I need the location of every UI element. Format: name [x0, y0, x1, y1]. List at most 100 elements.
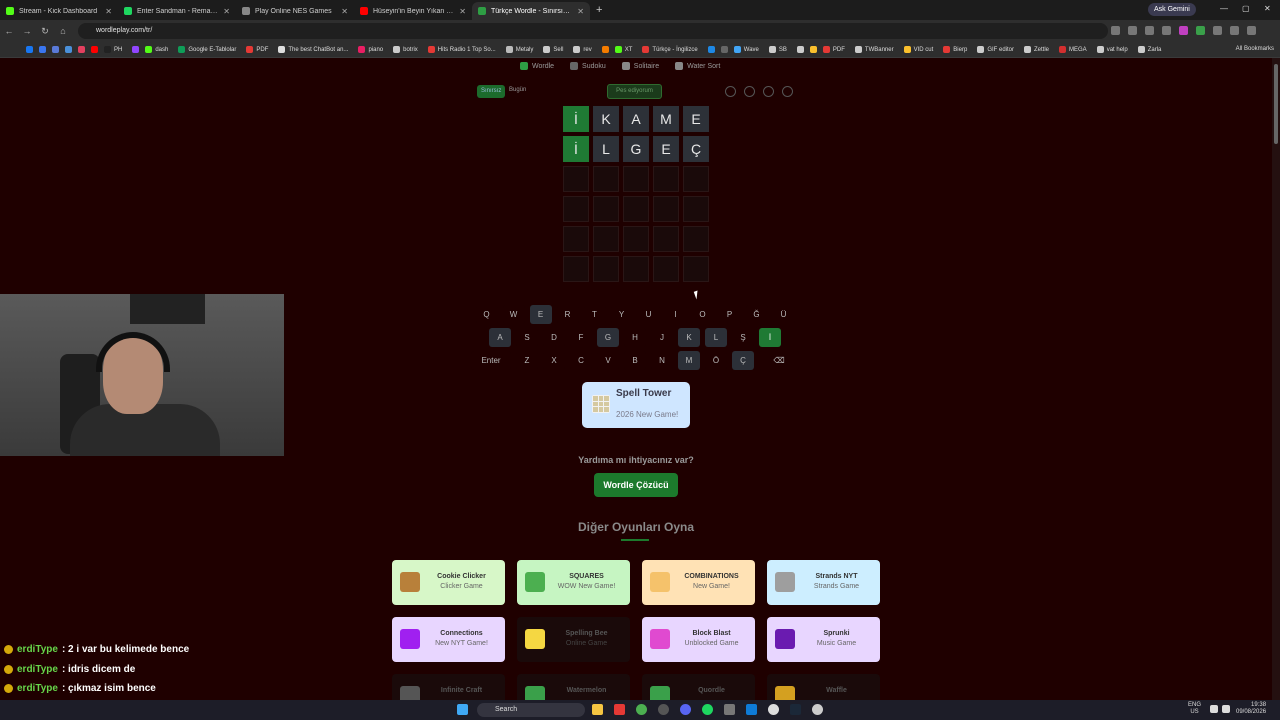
bookmark-item[interactable] [78, 46, 85, 53]
keyboard-key[interactable]: I [664, 305, 687, 324]
bookmark-item[interactable]: rev [573, 46, 592, 53]
keyboard-key[interactable]: G [597, 328, 619, 347]
close-window-icon[interactable]: ✕ [1264, 4, 1271, 13]
keyboard-key[interactable]: İ [759, 328, 781, 347]
bookmark-item[interactable]: Metaly [505, 46, 533, 53]
app-icon[interactable] [812, 704, 823, 715]
bookmark-item[interactable]: PDF [246, 46, 268, 53]
home-icon[interactable]: ⌂ [54, 26, 72, 36]
keyboard-key[interactable]: Ü [772, 305, 795, 324]
bookmark-item[interactable] [796, 46, 804, 53]
bookmark-item[interactable] [91, 46, 98, 53]
bookmark-item[interactable]: Sell [543, 46, 563, 53]
discord-icon[interactable] [680, 704, 691, 715]
keyboard-key[interactable]: C [570, 351, 592, 370]
game-card[interactable]: Block Blast Unblocked Game [642, 617, 755, 662]
file-explorer-icon[interactable] [592, 704, 603, 715]
bookmark-item[interactable]: Wave [733, 46, 759, 53]
game-card[interactable]: Waffle [767, 674, 880, 700]
browser-tab[interactable]: Türkçe Wordle - Sınırsız Oyna ✕ [472, 2, 590, 20]
bookmark-item[interactable]: dash [145, 46, 168, 53]
spell-tower-promo[interactable]: Spell Tower 2026 New Game! [582, 382, 690, 428]
browser-tab[interactable]: Enter Sandman - Remastere ✕ [118, 2, 236, 20]
game-card[interactable]: Cookie Clicker Clicker Game [392, 560, 505, 605]
bookmark-item[interactable]: MEGA [1059, 46, 1087, 53]
bookmark-item[interactable]: SB [768, 46, 787, 53]
enter-key[interactable]: Enter [471, 351, 511, 370]
bookmark-item[interactable]: The best ChatBot an... [278, 46, 348, 53]
keyboard-key[interactable]: L [705, 328, 727, 347]
game-card[interactable]: Connections New NYT Game! [392, 617, 505, 662]
bookmark-item[interactable]: GIF editor [977, 46, 1014, 53]
extension-icon[interactable] [1162, 26, 1171, 35]
stats-icon[interactable] [744, 86, 755, 97]
game-card[interactable]: SQUARES WOW New Game! [517, 560, 630, 605]
app-icon[interactable] [614, 704, 625, 715]
app-icon[interactable] [724, 704, 735, 715]
site-nav-item[interactable]: Solitaire [621, 62, 659, 70]
give-up-button[interactable]: Pes ediyorum [607, 84, 662, 99]
keyboard-key[interactable]: F [570, 328, 592, 347]
obs-icon[interactable] [768, 704, 779, 715]
settings-icon[interactable] [725, 86, 736, 97]
extension-icon[interactable] [1213, 26, 1222, 35]
forward-icon[interactable]: → [18, 26, 36, 36]
clock[interactable]: 19:38 09/08/2026 [1236, 702, 1266, 716]
keyboard-key[interactable]: P [718, 305, 741, 324]
game-card[interactable]: Quordle [642, 674, 755, 700]
taskbar-search[interactable]: Search [477, 703, 585, 717]
keyboard-key[interactable]: Ö [705, 351, 727, 370]
bookmark-item[interactable]: Türkçe - İngilizce [642, 46, 698, 53]
steam-icon[interactable] [790, 704, 801, 715]
keyboard-key[interactable]: A [489, 328, 511, 347]
browser-tab[interactable]: Play Online NES Games ✕ [236, 2, 354, 20]
menu-icon[interactable] [1247, 26, 1256, 35]
game-card[interactable]: Infinite Craft [392, 674, 505, 700]
keyboard-key[interactable]: D [543, 328, 565, 347]
new-tab-button[interactable]: + [596, 4, 602, 16]
bookmark-item[interactable] [65, 46, 72, 53]
app-icon[interactable] [658, 704, 669, 715]
bookmark-item[interactable]: vat help [1096, 46, 1128, 53]
page-scrollbar[interactable] [1272, 58, 1280, 700]
site-nav-item[interactable]: Wordle [520, 62, 554, 70]
wordle-solver-button[interactable]: Wordle Çözücü [594, 473, 678, 497]
bookmark-item[interactable]: Bierp [943, 46, 967, 53]
maximize-icon[interactable]: ▢ [1242, 4, 1250, 13]
browser-tab[interactable]: Hüseyin'in Beyin Yıkan Sorusu! E ✕ [354, 2, 472, 20]
bookmark-item[interactable]: Zarla [1137, 46, 1161, 53]
keyboard-key[interactable]: J [651, 328, 673, 347]
keyboard-key[interactable]: S [516, 328, 538, 347]
keyboard-key[interactable]: Ş [732, 328, 754, 347]
keyboard-key[interactable]: Ç [732, 351, 754, 370]
all-bookmarks-button[interactable]: All Bookmarks [1236, 46, 1274, 52]
game-card[interactable]: COMBINATIONS New Game! [642, 560, 755, 605]
bookmark-item[interactable] [39, 46, 46, 53]
bookmark-item[interactable]: Hits Radio 1 Top So... [427, 46, 496, 53]
site-nav-item[interactable]: Water Sort [675, 62, 720, 70]
volume-icon[interactable] [1222, 705, 1230, 713]
site-nav-item[interactable]: Sudoku [570, 62, 606, 70]
keyboard-key[interactable]: R [556, 305, 579, 324]
minimize-icon[interactable]: — [1220, 4, 1228, 13]
bookmark-item[interactable] [52, 46, 59, 53]
keyboard-key[interactable]: T [583, 305, 606, 324]
reload-icon[interactable]: ↻ [36, 26, 54, 37]
chrome-icon[interactable] [636, 704, 647, 715]
bookmark-item[interactable] [707, 46, 715, 53]
bookmark-item[interactable]: TWBanner [854, 46, 894, 53]
daily-mode-label[interactable]: Bugün [509, 87, 526, 93]
bookmark-item[interactable] [720, 46, 728, 53]
keyboard-key[interactable]: O [691, 305, 714, 324]
help-icon[interactable] [763, 86, 774, 97]
keyboard-key[interactable]: U [637, 305, 660, 324]
bookmark-item[interactable] [601, 46, 609, 53]
game-card[interactable]: Sprunki Music Game [767, 617, 880, 662]
extension-icon[interactable] [1179, 26, 1188, 35]
scrollbar-thumb[interactable] [1274, 64, 1278, 144]
keyboard-key[interactable]: Y [610, 305, 633, 324]
bookmark-item[interactable]: PH [104, 46, 122, 53]
bookmark-item[interactable] [26, 46, 33, 53]
extension-icon[interactable] [1145, 26, 1154, 35]
add-icon[interactable] [782, 86, 793, 97]
